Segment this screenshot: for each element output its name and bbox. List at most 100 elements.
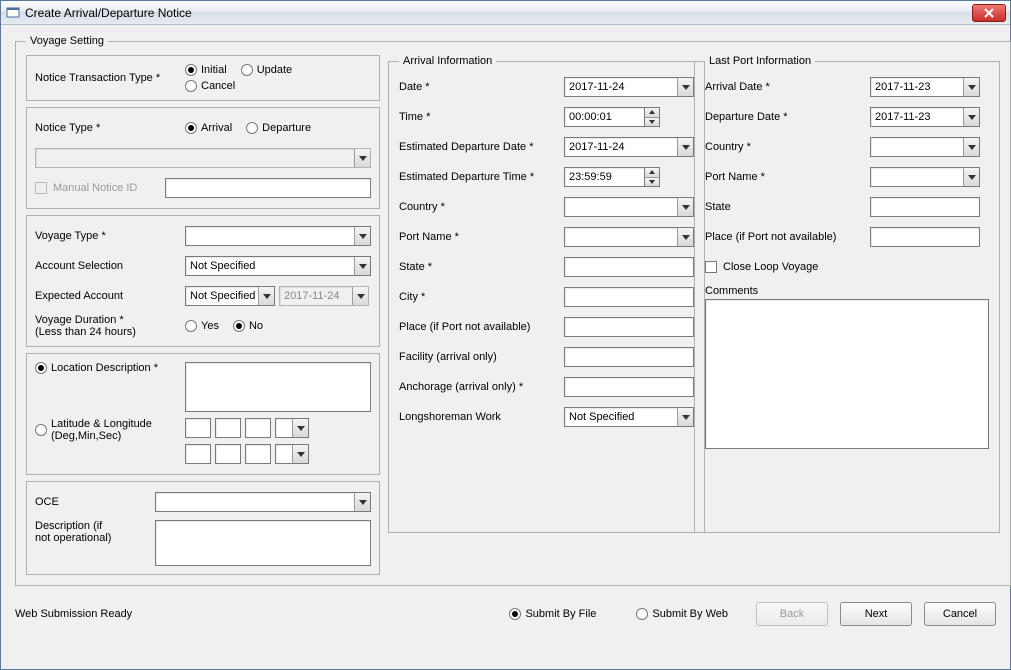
chevron-down-icon: [354, 493, 370, 511]
arrival-facility-input[interactable]: [564, 347, 694, 367]
close-loop-checkbox[interactable]: [705, 261, 717, 273]
arrival-country-select[interactable]: [564, 197, 694, 217]
notice-trans-type-label: Notice Transaction Type *: [35, 72, 185, 84]
notice-trans-box: Notice Transaction Type * Initial Update…: [26, 55, 380, 101]
radio-submit-web[interactable]: Submit By Web: [636, 608, 728, 620]
radio-latlon[interactable]: Latitude & Longitude (Deg,Min,Sec): [35, 418, 185, 442]
location-box: Location Description * Latitude & Longit…: [26, 353, 380, 475]
spin-down-icon[interactable]: [645, 178, 659, 187]
lp-arrival-date-label: Arrival Date *: [705, 81, 870, 93]
arrival-city-input[interactable]: [564, 287, 694, 307]
lon-sec[interactable]: [245, 444, 271, 464]
comments-label: Comments: [705, 285, 989, 297]
longshoreman-select[interactable]: Not Specified: [564, 407, 694, 427]
chevron-down-icon: [677, 408, 693, 426]
arrival-country-label: Country *: [399, 201, 564, 213]
arrival-place-input[interactable]: [564, 317, 694, 337]
chevron-down-icon: [963, 138, 979, 156]
account-selection-select[interactable]: Not Specified: [185, 256, 371, 276]
close-loop-label: Close Loop Voyage: [723, 261, 818, 273]
oce-select[interactable]: [155, 492, 371, 512]
est-dep-time-label: Estimated Departure Time *: [399, 171, 564, 183]
chevron-down-icon: [677, 198, 693, 216]
arrival-date-select[interactable]: 2017-11-24: [564, 77, 694, 97]
lp-state-label: State: [705, 201, 870, 213]
lon-min[interactable]: [215, 444, 241, 464]
radio-update[interactable]: Update: [241, 64, 292, 76]
lp-country-label: Country *: [705, 141, 870, 153]
desc-not-operational-label: Description (if not operational): [35, 520, 155, 544]
arrival-anchorage-input[interactable]: [564, 377, 694, 397]
next-button[interactable]: Next: [840, 602, 912, 626]
lp-place-label: Place (if Port not available): [705, 231, 870, 243]
spin-up-icon[interactable]: [645, 108, 659, 118]
arrival-column: Arrival Information Date * 2017-11-24 Ti…: [388, 55, 686, 575]
longshoreman-label: Longshoreman Work: [399, 411, 564, 423]
lat-dir[interactable]: [275, 418, 309, 438]
lp-port-select[interactable]: [870, 167, 980, 187]
lat-deg[interactable]: [185, 418, 211, 438]
lon-deg[interactable]: [185, 444, 211, 464]
est-dep-date-select[interactable]: 2017-11-24: [564, 137, 694, 157]
voyage-type-select[interactable]: [185, 226, 371, 246]
content-area: Voyage Setting Notice Transaction Type *…: [1, 25, 1010, 669]
bottom-bar: Web Submission Ready Submit By File Subm…: [15, 596, 996, 626]
titlebar: Create Arrival/Departure Notice: [1, 1, 1010, 25]
voyage-setting-legend: Voyage Setting: [26, 35, 108, 47]
radio-departure[interactable]: Departure: [246, 122, 311, 134]
est-dep-date-label: Estimated Departure Date *: [399, 141, 564, 153]
left-column: Notice Transaction Type * Initial Update…: [26, 55, 380, 575]
latlon-grid: [185, 418, 309, 466]
lat-min[interactable]: [215, 418, 241, 438]
expected-account-select[interactable]: Not Specified: [185, 286, 275, 306]
lp-place-input[interactable]: [870, 227, 980, 247]
lon-dir[interactable]: [275, 444, 309, 464]
radio-initial[interactable]: Initial: [185, 64, 227, 76]
est-dep-time-spinner[interactable]: 23:59:59: [564, 167, 660, 187]
lp-arrival-date-select[interactable]: 2017-11-23: [870, 77, 980, 97]
account-selection-label: Account Selection: [35, 260, 185, 272]
arrival-state-input[interactable]: [564, 257, 694, 277]
manual-notice-id-checkbox: [35, 182, 47, 194]
window: Create Arrival/Departure Notice Voyage S…: [0, 0, 1011, 670]
radio-location-description[interactable]: Location Description *: [35, 362, 185, 374]
comments-input[interactable]: [705, 299, 989, 449]
chevron-down-icon: [677, 78, 693, 96]
voyage-setting-group: Voyage Setting Notice Transaction Type *…: [15, 35, 1011, 586]
voyage-details-box: Voyage Type * Account Selection Not Spec…: [26, 215, 380, 347]
close-button[interactable]: [972, 4, 1006, 22]
manual-notice-id-input[interactable]: [165, 178, 371, 198]
lp-departure-date-select[interactable]: 2017-11-23: [870, 107, 980, 127]
notice-type-label: Notice Type *: [35, 122, 185, 134]
lat-sec[interactable]: [245, 418, 271, 438]
spin-up-icon[interactable]: [645, 168, 659, 178]
arrival-info-legend: Arrival Information: [399, 55, 496, 67]
radio-duration-no[interactable]: No: [233, 320, 263, 332]
spin-down-icon[interactable]: [645, 118, 659, 127]
radio-duration-yes[interactable]: Yes: [185, 320, 219, 332]
location-description-input[interactable]: [185, 362, 371, 412]
arrival-info-group: Arrival Information Date * 2017-11-24 Ti…: [388, 55, 705, 533]
cancel-button[interactable]: Cancel: [924, 602, 996, 626]
chevron-down-icon: [354, 149, 370, 167]
lp-state-input[interactable]: [870, 197, 980, 217]
radio-submit-file[interactable]: Submit By File: [509, 608, 596, 620]
arrival-city-label: City *: [399, 291, 564, 303]
notice-type-box: Notice Type * Arrival Departure Manual N…: [26, 107, 380, 209]
chevron-down-icon: [354, 227, 370, 245]
radio-arrival[interactable]: Arrival: [185, 122, 232, 134]
desc-not-operational-input[interactable]: [155, 520, 371, 566]
chevron-down-icon: [963, 108, 979, 126]
arrival-time-spinner[interactable]: 00:00:01: [564, 107, 660, 127]
oce-box: OCE Description (if not operational): [26, 481, 380, 575]
voyage-duration-label: Voyage Duration * (Less than 24 hours): [35, 314, 185, 338]
arrival-port-select[interactable]: [564, 227, 694, 247]
notice-type-select[interactable]: [35, 148, 371, 168]
lp-country-select[interactable]: [870, 137, 980, 157]
back-button: Back: [756, 602, 828, 626]
radio-cancel[interactable]: Cancel: [185, 80, 235, 92]
chevron-down-icon: [292, 419, 308, 437]
last-port-legend: Last Port Information: [705, 55, 815, 67]
lp-port-label: Port Name *: [705, 171, 870, 183]
arrival-facility-label: Facility (arrival only): [399, 351, 564, 363]
